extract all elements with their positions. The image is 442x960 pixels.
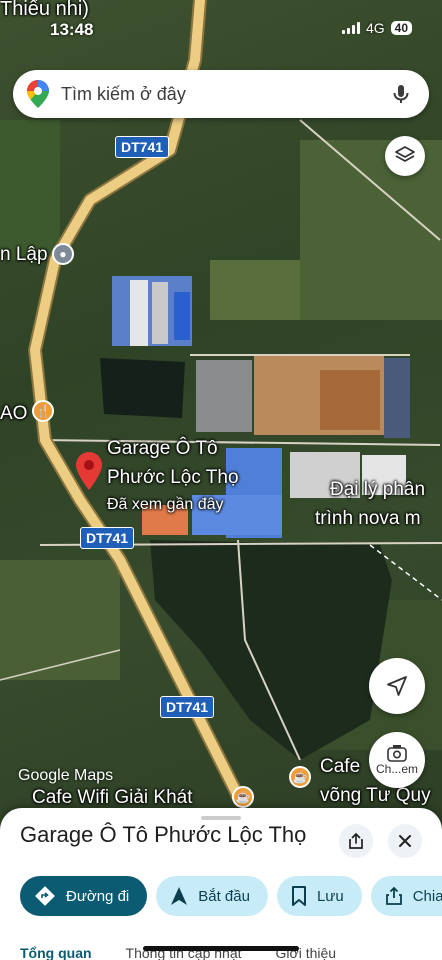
navigation-start-icon — [171, 887, 188, 905]
share-button[interactable] — [339, 824, 373, 858]
restaurant-icon[interactable]: 🍴 — [32, 400, 54, 422]
action-chips: Đường đi Bắt đầu Lưu Chia — [20, 876, 442, 916]
google-maps-logo: Google Maps — [18, 767, 114, 784]
navigation-arrow-icon — [387, 676, 407, 696]
map-label-lap[interactable]: n Lập — [0, 244, 48, 266]
road-shield-dt741-top: DT741 — [115, 136, 170, 158]
map-label-cafe-right-line2[interactable]: võng Tư Quy — [320, 785, 431, 807]
directions-button[interactable]: Đường đi — [20, 876, 148, 916]
save-button[interactable]: Lưu — [276, 876, 362, 916]
signal-icon — [341, 22, 360, 34]
map-label-ao[interactable]: AO — [0, 403, 27, 425]
road-shield-dt741-bottom: DT741 — [160, 696, 215, 718]
save-label: Lưu — [316, 887, 344, 905]
status-time: 13:48 — [50, 20, 94, 39]
home-indicator[interactable] — [143, 946, 299, 951]
battery-indicator: 40 — [390, 21, 412, 35]
layers-button[interactable] — [385, 136, 425, 176]
layers-icon — [395, 146, 415, 162]
share-chip-label: Chia — [412, 887, 442, 905]
map-label-cafe-right-line1[interactable]: Cafe — [320, 756, 360, 778]
map-label-dai-ly-line1[interactable]: Đại lý phân — [330, 479, 425, 501]
cafe-wifi-icon[interactable]: ☕ — [232, 786, 254, 808]
lens-label: Ch...em — [375, 762, 418, 776]
close-icon — [399, 835, 411, 847]
transit-icon[interactable]: ● — [52, 243, 74, 265]
microphone-icon[interactable] — [389, 82, 413, 106]
tab-overview[interactable]: Tổng quan — [20, 945, 92, 960]
map-label-thieu-nhi[interactable]: Thiếu nhi) — [0, 0, 89, 20]
directions-icon — [35, 886, 55, 906]
map-label-dai-ly-line2[interactable]: trình nova m — [315, 508, 421, 530]
google-maps-pin-icon — [27, 80, 49, 108]
start-button[interactable]: Bắt đầu — [156, 876, 268, 916]
search-bar[interactable] — [13, 70, 429, 118]
map-label-garage-recent: Đã xem gần đây — [107, 496, 224, 513]
sheet-grabber[interactable] — [201, 816, 241, 820]
status-indicators: 4G 40 — [341, 20, 412, 36]
share-chip-button[interactable]: Chia — [370, 876, 442, 916]
map-label-cafe-wifi[interactable]: Cafe Wifi Giải Khát — [32, 787, 193, 809]
search-input[interactable] — [61, 83, 389, 105]
camera-icon — [387, 745, 407, 762]
share-icon — [349, 832, 363, 849]
network-type: 4G — [365, 20, 385, 36]
map-label-garage-line1[interactable]: Garage Ô Tô — [107, 438, 218, 460]
directions-label: Đường đi — [66, 887, 130, 905]
close-button[interactable] — [388, 824, 422, 858]
share-chip-icon — [385, 886, 402, 905]
map-label-garage-line2[interactable]: Phước Lộc Thọ — [107, 467, 239, 489]
place-title: Garage Ô Tô Phước Lộc Thọ — [20, 822, 307, 847]
road-shield-dt741-mid: DT741 — [80, 527, 135, 549]
lens-button[interactable]: Ch...em — [369, 732, 425, 788]
location-pin-icon[interactable] — [76, 452, 102, 490]
bookmark-icon — [291, 886, 306, 906]
cafe-icon[interactable]: ☕ — [289, 766, 311, 788]
start-label: Bắt đầu — [198, 887, 250, 905]
my-location-button[interactable] — [369, 658, 425, 714]
